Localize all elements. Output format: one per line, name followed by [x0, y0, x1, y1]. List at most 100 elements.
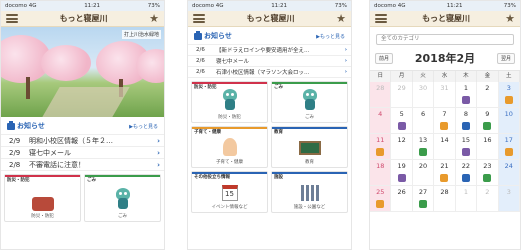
- calendar-day-cell[interactable]: 20: [412, 160, 435, 186]
- favorite-star-icon[interactable]: ★: [336, 13, 346, 24]
- calendar-day-cell[interactable]: 24: [498, 160, 520, 186]
- app-header: もっと寝屋川 ★: [370, 11, 520, 27]
- notice-text: 寝七中メール: [29, 148, 71, 157]
- calendar-day-cell[interactable]: 7: [434, 108, 456, 134]
- tile-disaster-header: 防災・防犯: [5, 175, 80, 183]
- status-bar: docomo 4G 11:21 73%: [188, 1, 351, 11]
- day-number: 20: [418, 162, 428, 170]
- category-filter-select[interactable]: 全てのカテゴリ: [376, 34, 514, 45]
- calendar-day-cell[interactable]: 31: [434, 82, 456, 108]
- event-marker-icon: [440, 122, 449, 130]
- event-marker-icon: [461, 148, 470, 156]
- day-number: 13: [418, 136, 428, 144]
- next-month-button[interactable]: 翌月: [496, 52, 515, 64]
- calendar-day-cell[interactable]: 2: [477, 186, 499, 212]
- calendar-day-cell[interactable]: 11: [370, 134, 392, 160]
- calendar-day-cell[interactable]: 1: [455, 186, 478, 212]
- event-marker-icon: [376, 200, 385, 208]
- notices-more-link[interactable]: ▶もっと見る: [129, 123, 158, 130]
- tile-disaster-label: 防災・防犯: [218, 115, 241, 120]
- notice-row[interactable]: 2/6 寝七中メール ›: [188, 56, 351, 67]
- tile-garbage[interactable]: ごみ ごみ: [271, 81, 348, 123]
- calendar-nav: 前月 2018年2月 翌月: [370, 50, 520, 66]
- phone-menu-screen: docomo 4G 11:21 73% もっと寝屋川 ★ お知らせ ▶もっと見る…: [187, 0, 352, 250]
- battery-level: 73%: [147, 3, 160, 9]
- tile-disaster[interactable]: 防災・防犯 防災・防犯: [4, 174, 81, 222]
- weekday-header: 火: [412, 71, 435, 82]
- calendar-day-cell[interactable]: 25: [370, 186, 392, 212]
- day-number: 18: [376, 162, 385, 170]
- tile-education[interactable]: 教育 教育: [271, 126, 348, 168]
- weekday-header: 水: [434, 71, 456, 82]
- calendar-day-cell[interactable]: 19: [391, 160, 413, 186]
- tile-events-header: その他役立ち情報: [192, 172, 267, 180]
- tile-education-header: 教育: [272, 127, 347, 135]
- notice-row[interactable]: 2/9 明和小校区情報（５年２… ›: [1, 135, 164, 147]
- event-marker-icon: [483, 174, 492, 182]
- notice-row[interactable]: 2/9 寝七中メール ›: [1, 147, 164, 159]
- mascot-icon: [301, 89, 319, 111]
- prev-month-button[interactable]: 前月: [375, 52, 394, 64]
- notices-header: お知らせ ▶もっと見る: [1, 117, 164, 135]
- calendar-day-cell[interactable]: 15: [455, 134, 478, 160]
- menu-icon[interactable]: [6, 14, 18, 23]
- calendar-day-cell[interactable]: 29: [391, 82, 413, 108]
- menu-icon[interactable]: [375, 14, 387, 23]
- calendar-day-cell[interactable]: 2: [477, 82, 499, 108]
- notices-title: お知らせ: [204, 32, 232, 40]
- event-marker-icon: [461, 96, 470, 104]
- status-time: 11:21: [446, 3, 463, 9]
- calendar-day-cell[interactable]: 8: [455, 108, 478, 134]
- menu-icon[interactable]: [193, 14, 205, 23]
- day-number: 2: [485, 84, 490, 92]
- phone-calendar-screen: docomo 4G 11:21 73% もっと寝屋川 ★ 全てのカテゴリ 前月 …: [369, 0, 521, 250]
- calendar-day-cell[interactable]: 5: [391, 108, 413, 134]
- weekday-header: 日: [370, 71, 392, 82]
- notice-row[interactable]: 2/8 不審電話に注意！ ›: [1, 159, 164, 171]
- calendar-day-cell[interactable]: 26: [391, 186, 413, 212]
- notice-row[interactable]: 2/6 【新ドラえロインや要安適用が全え… ›: [188, 45, 351, 56]
- calendar-day-cell[interactable]: 1: [455, 82, 478, 108]
- event-marker-icon: [461, 174, 470, 182]
- calendar-day-cell[interactable]: 28: [370, 82, 392, 108]
- notice-date: 2/6: [196, 47, 205, 53]
- tile-childcare[interactable]: 子育て・健康 子育て・健康: [191, 126, 268, 168]
- day-number: 30: [418, 84, 428, 92]
- notices-more-link[interactable]: ▶もっと見る: [316, 33, 345, 40]
- calendar-day-cell[interactable]: 23: [477, 160, 499, 186]
- tile-facilities-header: 施設: [272, 172, 347, 180]
- tile-events[interactable]: その他役立ち情報 15 イベント情報など: [191, 171, 268, 213]
- calendar-day-cell[interactable]: 3: [498, 82, 520, 108]
- tile-facilities[interactable]: 施設 施設・公園など: [271, 171, 348, 213]
- calendar-day-cell[interactable]: 22: [455, 160, 478, 186]
- notice-date: 2/9: [9, 136, 21, 145]
- tile-garbage[interactable]: ごみ ごみ: [84, 174, 161, 222]
- calendar-day-cell[interactable]: 16: [477, 134, 499, 160]
- day-number: 23: [483, 162, 492, 170]
- notice-date: 2/6: [196, 69, 205, 75]
- calendar-day-cell[interactable]: 14: [434, 134, 456, 160]
- status-time: 11:21: [271, 3, 288, 9]
- favorite-star-icon[interactable]: ★: [149, 13, 159, 24]
- calendar-day-cell[interactable]: 18: [370, 160, 392, 186]
- calendar-day-cell[interactable]: 10: [498, 108, 520, 134]
- status-time: 11:21: [84, 3, 101, 9]
- calendar-day-cell[interactable]: 27: [412, 186, 435, 212]
- calendar-day-cell[interactable]: 13: [412, 134, 435, 160]
- calendar-day-cell[interactable]: 28: [434, 186, 456, 212]
- day-number: 28: [376, 84, 385, 92]
- tile-disaster[interactable]: 防災・防犯 防災・防犯: [191, 81, 268, 123]
- phone-home-screen: docomo 4G 11:21 73% もっと寝屋川 ★ 打上川治水緑地 お知ら…: [0, 0, 165, 250]
- notice-row[interactable]: 2/6 石津小校区情報（マラソン大会ロッ… ›: [188, 67, 351, 78]
- calendar-day-cell[interactable]: 3: [498, 186, 520, 212]
- favorite-star-icon[interactable]: ★: [505, 13, 515, 24]
- calendar-day-cell[interactable]: 4: [370, 108, 392, 134]
- calendar-day-cell[interactable]: 21: [434, 160, 456, 186]
- calendar-day-cell[interactable]: 30: [412, 82, 435, 108]
- calendar-day-cell[interactable]: 12: [391, 134, 413, 160]
- day-number: 1: [463, 84, 468, 92]
- calendar-day-cell[interactable]: 9: [477, 108, 499, 134]
- calendar-icon: 15: [221, 185, 238, 201]
- calendar-day-cell[interactable]: 6: [412, 108, 435, 134]
- calendar-day-cell[interactable]: 17: [498, 134, 520, 160]
